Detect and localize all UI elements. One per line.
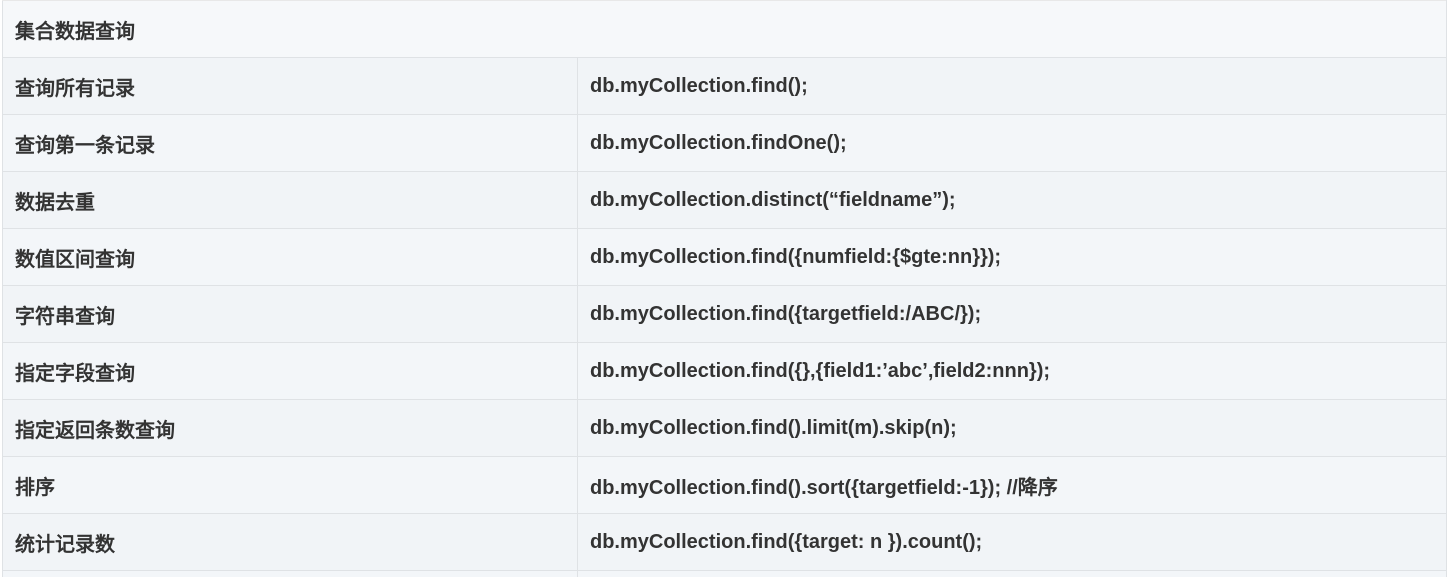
table-row: 数据去重 db.myCollection.distinct(“fieldname…: [2, 171, 1447, 229]
row-code: db.myCollection.find({target: n }).count…: [577, 513, 1447, 571]
row-label: 数值区间查询: [2, 228, 578, 286]
table-header-row: 集合数据查询: [2, 0, 1447, 58]
table-header: 集合数据查询: [2, 0, 1447, 58]
row-label: 统计记录数: [2, 513, 578, 571]
row-code: db.myCollection.find({},{field1:’abc’,fi…: [577, 342, 1447, 400]
row-label: 指定字段查询: [2, 342, 578, 400]
table-row: 排序 db.myCollection.find().sort({targetfi…: [2, 456, 1447, 514]
row-code: db.myCollection.findOne();: [577, 114, 1447, 172]
table-row-partial: [2, 570, 1447, 577]
mongodb-query-table: 集合数据查询 查询所有记录 db.myCollection.find(); 查询…: [2, 0, 1447, 577]
row-code: db.myCollection.find();: [577, 57, 1447, 115]
row-label: 字符串查询: [2, 285, 578, 343]
row-code: db.myCollection.find().sort({targetfield…: [577, 456, 1447, 514]
table-row: 数值区间查询 db.myCollection.find({numfield:{$…: [2, 228, 1447, 286]
row-label: 查询第一条记录: [2, 114, 578, 172]
row-code: db.myCollection.find({targetfield:/ABC/}…: [577, 285, 1447, 343]
row-label: 数据去重: [2, 171, 578, 229]
row-label: 指定返回条数查询: [2, 399, 578, 457]
table-row: 统计记录数 db.myCollection.find({target: n })…: [2, 513, 1447, 571]
row-code: db.myCollection.find().limit(m).skip(n);: [577, 399, 1447, 457]
row-code: db.myCollection.find({numfield:{$gte:nn}…: [577, 228, 1447, 286]
row-code-empty: [577, 570, 1447, 577]
table-row: 查询所有记录 db.myCollection.find();: [2, 57, 1447, 115]
row-code: db.myCollection.distinct(“fieldname”);: [577, 171, 1447, 229]
row-label: 查询所有记录: [2, 57, 578, 115]
row-label: 排序: [2, 456, 578, 514]
table-row: 查询第一条记录 db.myCollection.findOne();: [2, 114, 1447, 172]
table-row: 指定返回条数查询 db.myCollection.find().limit(m)…: [2, 399, 1447, 457]
table-row: 指定字段查询 db.myCollection.find({},{field1:’…: [2, 342, 1447, 400]
table-row: 字符串查询 db.myCollection.find({targetfield:…: [2, 285, 1447, 343]
row-label-empty: [2, 570, 578, 577]
